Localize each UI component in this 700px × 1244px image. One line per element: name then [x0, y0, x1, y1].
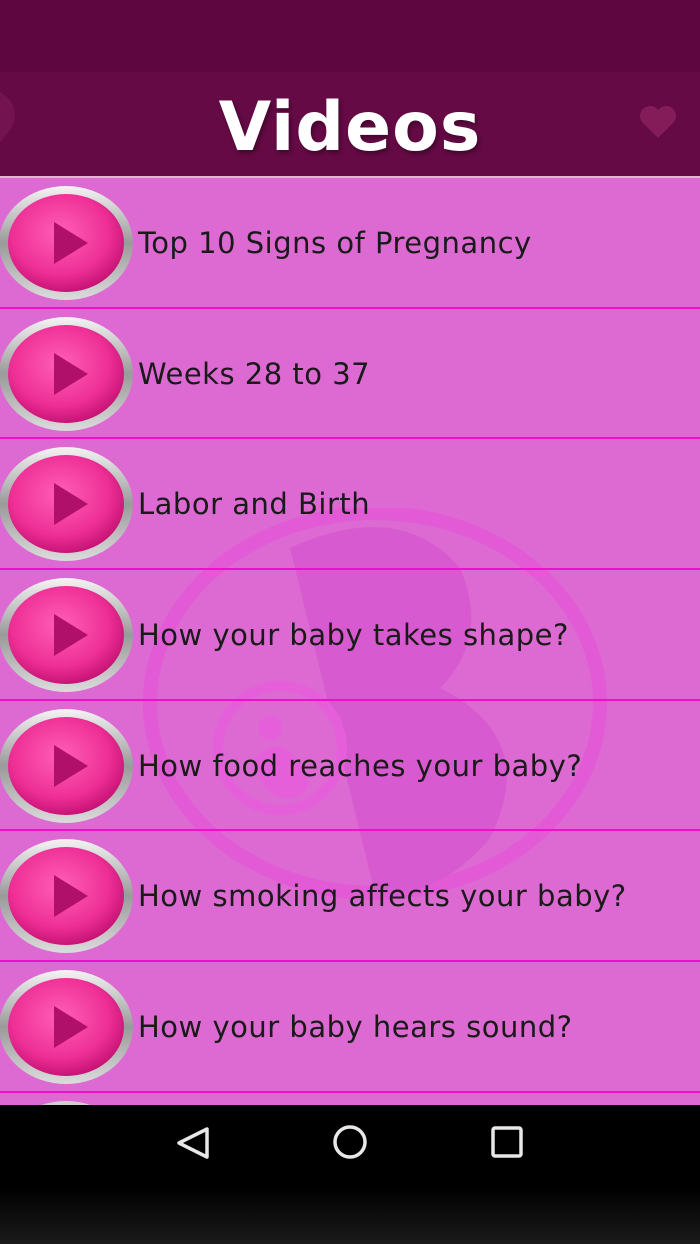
video-list-item[interactable]: How your baby hears sound? — [0, 962, 700, 1093]
play-button[interactable] — [0, 576, 136, 694]
video-title: How your baby hears sound? — [138, 1010, 573, 1045]
video-list-item[interactable]: How smoking affects your baby? — [0, 831, 700, 963]
play-icon — [0, 839, 133, 954]
back-button[interactable] — [163, 1117, 223, 1167]
play-button[interactable] — [0, 315, 136, 433]
play-button[interactable] — [0, 837, 136, 955]
play-button[interactable] — [0, 445, 136, 563]
video-list-item-partial[interactable] — [0, 1093, 700, 1105]
video-list-item[interactable]: How your baby takes shape? — [0, 570, 700, 701]
video-list-item[interactable]: Top 10 Signs of Pregnancy — [0, 178, 700, 309]
video-title: How your baby takes shape? — [138, 618, 569, 653]
header: Videos — [0, 72, 700, 178]
video-title: Labor and Birth — [138, 487, 371, 522]
home-button[interactable] — [320, 1117, 380, 1167]
page-title: Videos — [218, 88, 482, 167]
video-title: Top 10 Signs of Pregnancy — [138, 226, 532, 260]
play-icon — [0, 447, 133, 562]
video-title: How smoking affects your baby? — [138, 879, 627, 914]
video-title: How food reaches your baby? — [138, 748, 583, 783]
video-list-item[interactable]: Weeks 28 to 37 — [0, 309, 700, 440]
home-circle-icon — [333, 1125, 367, 1159]
recents-square-icon — [491, 1126, 523, 1158]
video-title: Weeks 28 to 37 — [138, 356, 371, 391]
play-icon — [0, 186, 133, 300]
play-button[interactable] — [0, 184, 136, 302]
play-icon — [0, 316, 133, 431]
back-triangle-icon — [177, 1127, 209, 1159]
video-list-area[interactable]: Top 10 Signs of Pregnancy Weeks 28 to 37 L… — [0, 178, 700, 1105]
video-list: Top 10 Signs of Pregnancy Weeks 28 to 37 L… — [0, 178, 700, 1105]
navigation-bar — [0, 1105, 700, 1244]
play-icon — [0, 578, 133, 693]
recents-button[interactable] — [477, 1117, 537, 1167]
play-icon — [0, 708, 133, 823]
play-button[interactable] — [0, 968, 136, 1086]
play-button[interactable] — [0, 707, 136, 825]
video-list-item[interactable]: How food reaches your baby? — [0, 701, 700, 832]
status-bar — [0, 0, 700, 72]
play-icon — [0, 970, 133, 1085]
video-list-item[interactable]: Labor and Birth — [0, 439, 700, 571]
